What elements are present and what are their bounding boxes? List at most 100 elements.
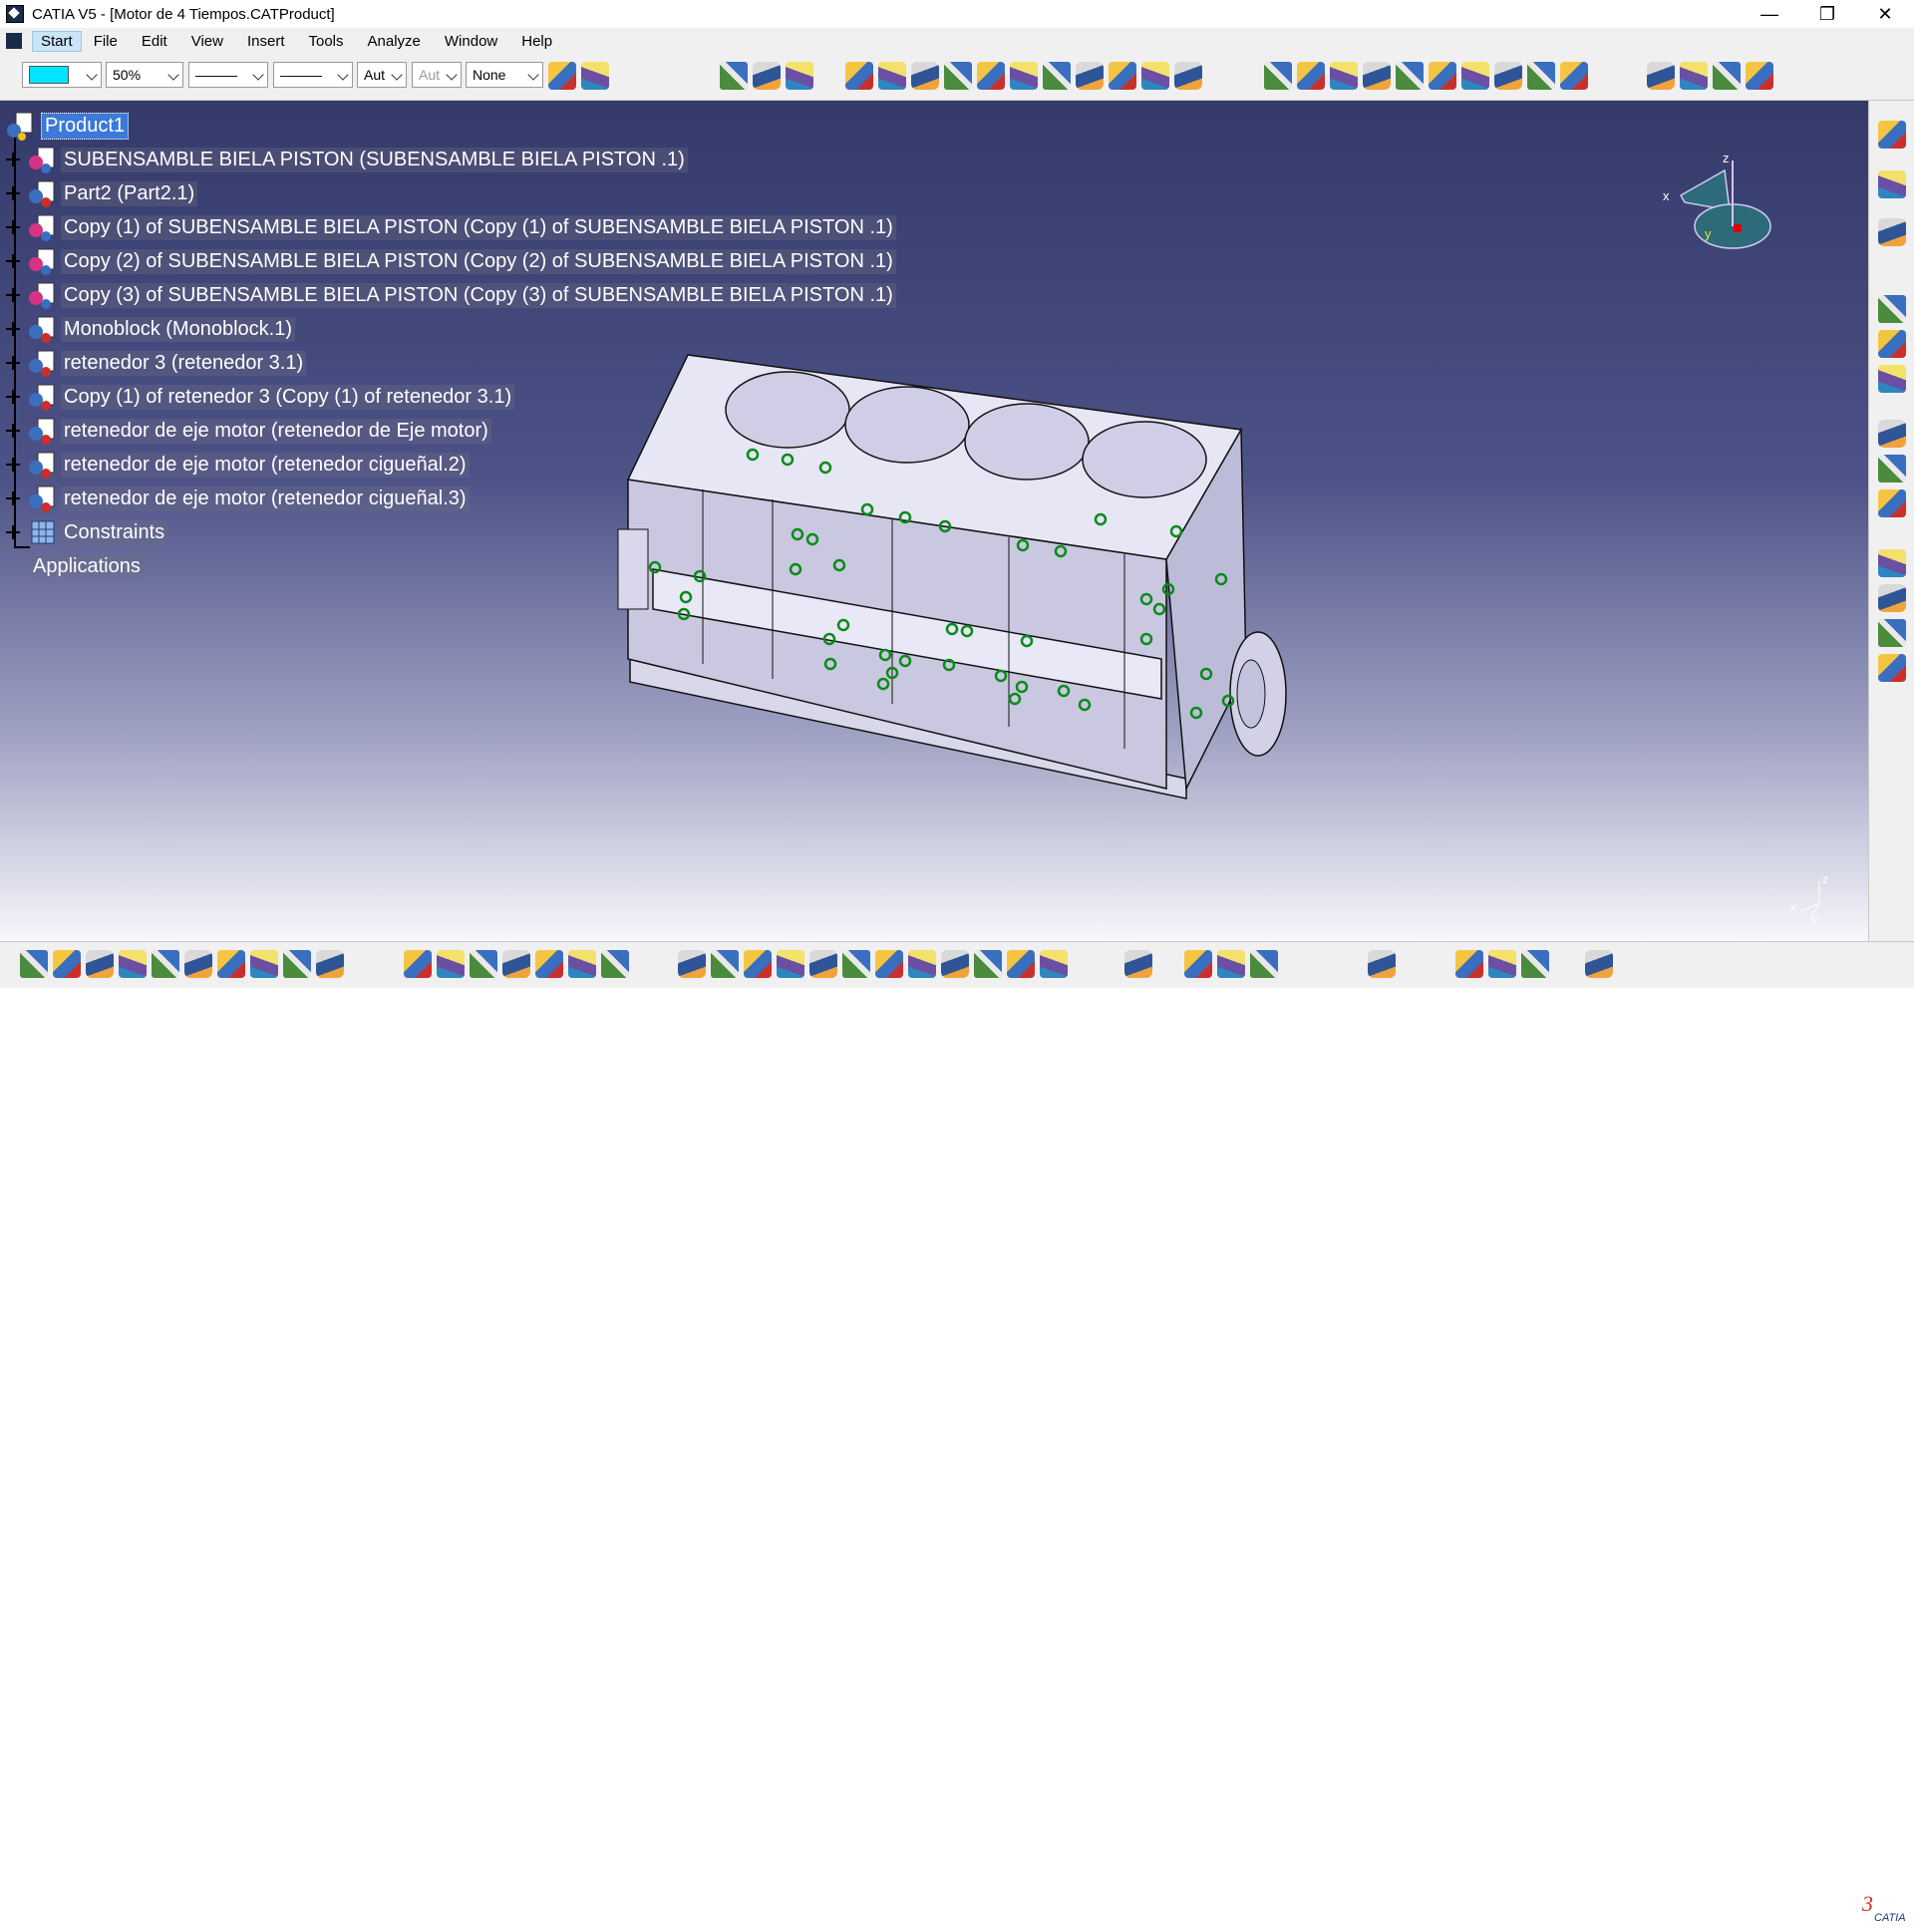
tree-node-retenedor-eje-motor[interactable]: retenedor de eje motor (retenedor de Eje… bbox=[6, 416, 491, 446]
angle-constraint-icon[interactable] bbox=[1494, 62, 1522, 90]
expand-icon[interactable] bbox=[6, 288, 20, 302]
expand-icon[interactable] bbox=[6, 424, 20, 438]
tree-node-subensamble[interactable]: SUBENSAMBLE BIELA PISTON (SUBENSAMBLE BI… bbox=[6, 145, 688, 174]
reuse-pattern-icon[interactable] bbox=[1878, 455, 1906, 483]
expand-icon[interactable] bbox=[6, 525, 20, 539]
menu-tools[interactable]: Tools bbox=[296, 33, 355, 50]
capture-camera-icon[interactable] bbox=[1184, 950, 1212, 978]
distance-analysis-icon[interactable] bbox=[1878, 654, 1906, 682]
tree-node-label[interactable]: Copy (3) of SUBENSAMBLE BIELA PISTON (Co… bbox=[61, 282, 896, 308]
shading-icon[interactable] bbox=[974, 950, 1002, 978]
fly-mode-icon[interactable] bbox=[678, 950, 706, 978]
tree-node-retenedor3[interactable]: retenedor 3 (retenedor 3.1) bbox=[6, 348, 307, 378]
tree-node-applications[interactable]: Applications bbox=[30, 551, 144, 581]
law-icon[interactable] bbox=[535, 950, 563, 978]
snap-icon[interactable] bbox=[1297, 62, 1325, 90]
tree-node-label[interactable]: SUBENSAMBLE BIELA PISTON (SUBENSAMBLE BI… bbox=[61, 147, 688, 172]
apply-material-icon[interactable] bbox=[1455, 950, 1483, 978]
normal-view-icon[interactable] bbox=[875, 950, 903, 978]
undo-icon[interactable] bbox=[250, 950, 278, 978]
tree-node-copy2-subensamble[interactable]: Copy (2) of SUBENSAMBLE BIELA PISTON (Co… bbox=[6, 246, 896, 276]
line-weight-select[interactable]: ——— bbox=[273, 62, 353, 88]
expand-icon[interactable] bbox=[6, 186, 20, 200]
render-icon[interactable] bbox=[1488, 950, 1516, 978]
help-icon[interactable] bbox=[316, 950, 344, 978]
minimize-button[interactable]: — bbox=[1741, 0, 1798, 28]
cut-icon[interactable] bbox=[152, 950, 179, 978]
grid-snap-icon[interactable] bbox=[1585, 950, 1613, 978]
product-structure-icon[interactable] bbox=[1878, 121, 1906, 149]
line-type-select[interactable]: ——— bbox=[188, 62, 268, 88]
copy-icon[interactable] bbox=[184, 950, 212, 978]
menu-file[interactable]: File bbox=[82, 33, 130, 50]
existing-component-icon[interactable] bbox=[878, 62, 906, 90]
expand-icon[interactable] bbox=[6, 390, 20, 404]
expand-icon[interactable] bbox=[6, 491, 20, 505]
zoom-out-icon[interactable] bbox=[842, 950, 870, 978]
sectioning-icon[interactable] bbox=[1878, 619, 1906, 647]
open-folder-icon[interactable] bbox=[53, 950, 81, 978]
insert-existing-icon[interactable] bbox=[1878, 295, 1906, 323]
scan-icon[interactable] bbox=[1746, 62, 1773, 90]
3d-viewport[interactable]: Product1 SUBENSAMBLE BIELA PISTON (SUBEN… bbox=[0, 101, 1868, 941]
redo-icon[interactable] bbox=[283, 950, 311, 978]
tree-node-label[interactable]: retenedor de eje motor (retenedor cigueñ… bbox=[61, 452, 470, 478]
tree-node-label[interactable]: retenedor 3 (retenedor 3.1) bbox=[61, 350, 307, 376]
tree-node-retenedor-cigueñal-3[interactable]: retenedor de eje motor (retenedor cigueñ… bbox=[6, 483, 470, 513]
iso-view-icon[interactable] bbox=[941, 950, 969, 978]
menu-window[interactable]: Window bbox=[433, 33, 509, 50]
rotate-icon[interactable] bbox=[777, 950, 804, 978]
tree-root-label[interactable]: Product1 bbox=[41, 112, 130, 140]
tree-node-label[interactable]: Monoblock (Monoblock.1) bbox=[61, 316, 295, 342]
fix-component-icon[interactable] bbox=[1527, 62, 1555, 90]
measure-ruler-icon[interactable] bbox=[1124, 950, 1152, 978]
contact-constraint-icon[interactable] bbox=[1429, 62, 1456, 90]
layer-select[interactable]: None bbox=[466, 62, 543, 88]
new-part-icon[interactable] bbox=[977, 62, 1005, 90]
tree-node-label[interactable]: Applications bbox=[30, 553, 144, 579]
3d-compass-icon[interactable] bbox=[1368, 950, 1396, 978]
tree-node-part2[interactable]: Part2 (Part2.1) bbox=[6, 178, 198, 208]
tree-node-label[interactable]: Copy (1) of retenedor 3 (Copy (1) of ret… bbox=[61, 384, 515, 410]
menu-help[interactable]: Help bbox=[509, 33, 564, 50]
expand-icon[interactable] bbox=[6, 220, 20, 234]
zoom-in-icon[interactable] bbox=[809, 950, 837, 978]
expand-icon[interactable] bbox=[6, 458, 20, 472]
table-icon[interactable] bbox=[502, 950, 530, 978]
tree-node-label[interactable]: Copy (2) of SUBENSAMBLE BIELA PISTON (Co… bbox=[61, 248, 896, 274]
painter-icon[interactable] bbox=[548, 62, 576, 90]
fix-together-icon[interactable] bbox=[1560, 62, 1588, 90]
expand-icon[interactable] bbox=[6, 356, 20, 370]
pan-icon[interactable] bbox=[744, 950, 772, 978]
tree-node-label[interactable]: Part2 (Part2.1) bbox=[61, 180, 198, 206]
generate-numbering-icon[interactable] bbox=[1076, 62, 1104, 90]
tree-node-label[interactable]: retenedor de eje motor (retenedor cigueñ… bbox=[61, 485, 470, 511]
replace-component-icon[interactable] bbox=[1010, 62, 1038, 90]
insert-new-product-icon[interactable] bbox=[1878, 330, 1906, 358]
expand-icon[interactable] bbox=[6, 153, 20, 166]
menu-insert[interactable]: Insert bbox=[235, 33, 297, 50]
knowledge-advisor-icon[interactable] bbox=[437, 950, 465, 978]
color-select[interactable] bbox=[22, 62, 102, 88]
tree-node-copy1-subensamble[interactable]: Copy (1) of SUBENSAMBLE BIELA PISTON (Co… bbox=[6, 212, 896, 242]
tree-node-label[interactable]: Copy (1) of SUBENSAMBLE BIELA PISTON (Co… bbox=[61, 214, 896, 240]
graph-tree-reordering-icon[interactable] bbox=[1043, 62, 1071, 90]
multi-instantiation-icon[interactable] bbox=[1174, 62, 1202, 90]
save-icon[interactable] bbox=[86, 950, 114, 978]
lights-icon[interactable] bbox=[1521, 950, 1549, 978]
point-symbol-select[interactable]: Aut bbox=[357, 62, 407, 88]
tree-node-label[interactable]: retenedor de eje motor (retenedor de Eje… bbox=[61, 418, 491, 444]
manage-representations-icon[interactable] bbox=[1141, 62, 1169, 90]
catalog-icon[interactable] bbox=[568, 950, 596, 978]
new-document-icon[interactable] bbox=[20, 950, 48, 978]
flexible-sub-assembly-icon[interactable] bbox=[1878, 218, 1906, 246]
update-icon[interactable] bbox=[1250, 950, 1278, 978]
parameter-icon[interactable] bbox=[601, 950, 629, 978]
menu-edit[interactable]: Edit bbox=[130, 33, 179, 50]
transparency-select[interactable]: 50% bbox=[106, 62, 183, 88]
apply-material-icon[interactable] bbox=[581, 62, 609, 90]
update-all-icon[interactable] bbox=[1647, 62, 1675, 90]
tree-root[interactable]: Product1 bbox=[4, 111, 130, 141]
formula-icon[interactable] bbox=[1713, 62, 1741, 90]
document-menu-icon[interactable] bbox=[6, 33, 22, 49]
